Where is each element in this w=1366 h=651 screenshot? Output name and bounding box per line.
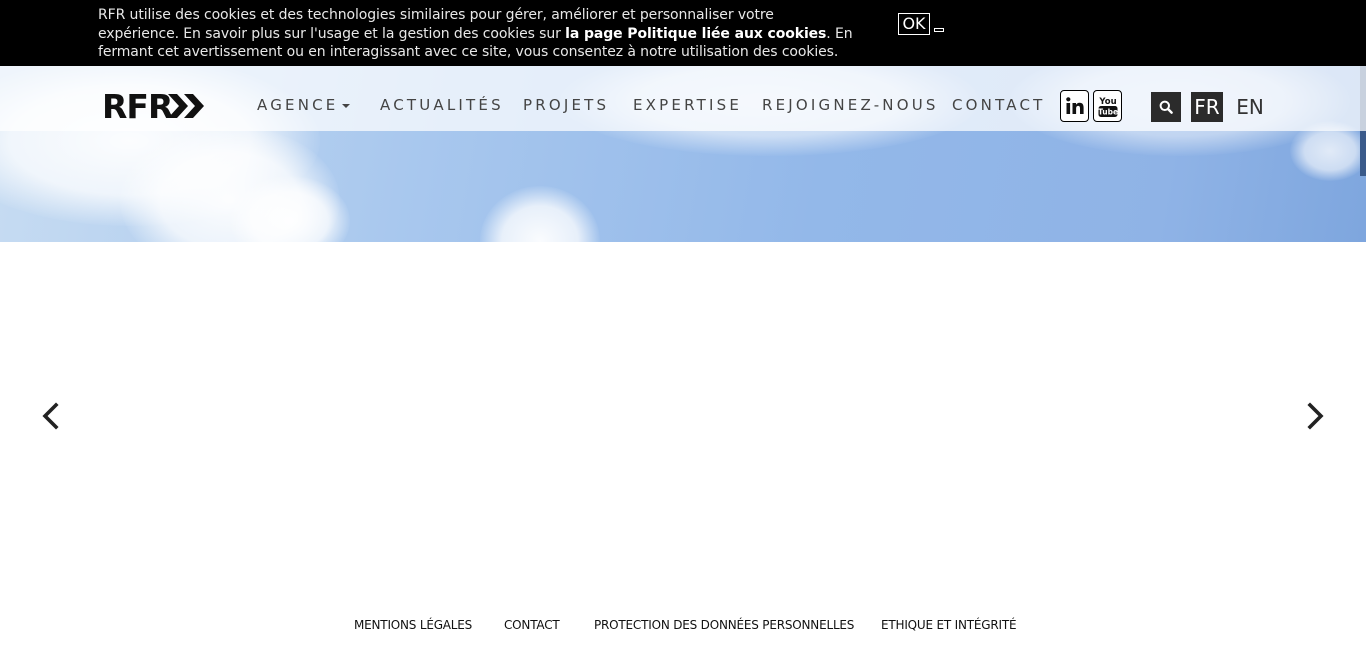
cookie-close-button[interactable] — [934, 28, 944, 32]
cookie-ok-button[interactable]: OK — [898, 13, 930, 35]
youtube-button[interactable]: You Tube — [1093, 90, 1122, 122]
search-button[interactable] — [1151, 92, 1181, 122]
svg-text:Tube: Tube — [1097, 108, 1117, 117]
footer-link-contact[interactable]: CONTACT — [504, 618, 560, 632]
rfr-logo[interactable]: RFR — [102, 90, 206, 122]
search-icon — [1159, 100, 1173, 114]
cookie-message: RFR utilise des cookies et des technolog… — [98, 6, 858, 62]
svg-text:You: You — [1098, 97, 1116, 107]
nav-agence-label: AGENCE — [257, 96, 339, 114]
nav-rejoignez-nous[interactable]: REJOIGNEZ-NOUS — [762, 96, 939, 114]
chevron-right-icon — [1307, 402, 1324, 430]
chevron-left-icon — [42, 402, 59, 430]
nav-agence[interactable]: AGENCE — [257, 96, 351, 114]
site-header: RFR AGENCE ACTUALITÉS PROJETS EXPERTISE … — [0, 66, 1366, 131]
caret-down-icon — [342, 103, 351, 108]
carousel-next-button[interactable] — [1304, 400, 1328, 432]
lang-fr[interactable]: FR — [1191, 92, 1223, 122]
footer-links: MENTIONS LÉGALES CONTACT PROTECTION DES … — [0, 618, 1366, 638]
footer-link-protection-donnees[interactable]: PROTECTION DES DONNÉES PERSONNELLES — [594, 618, 854, 632]
cookie-banner: RFR utilise des cookies et des technolog… — [0, 0, 1366, 66]
svg-text:RFR: RFR — [102, 90, 173, 122]
nav-expertise[interactable]: EXPERTISE — [633, 96, 742, 114]
youtube-icon: You Tube — [1097, 97, 1118, 117]
nav-actualites[interactable]: ACTUALITÉS — [380, 96, 504, 114]
carousel-prev-button[interactable] — [38, 400, 62, 432]
lang-en[interactable]: EN — [1234, 92, 1266, 122]
linkedin-icon — [1065, 97, 1084, 114]
linkedin-button[interactable] — [1060, 90, 1089, 122]
cookie-policy-link[interactable]: la page Politique liée aux cookies — [565, 26, 826, 42]
nav-projets[interactable]: PROJETS — [523, 96, 609, 114]
footer-link-mentions-legales[interactable]: MENTIONS LÉGALES — [354, 618, 472, 632]
nav-contact[interactable]: CONTACT — [952, 96, 1046, 114]
footer-link-ethique[interactable]: ETHIQUE ET INTÉGRITÉ — [881, 618, 1017, 632]
